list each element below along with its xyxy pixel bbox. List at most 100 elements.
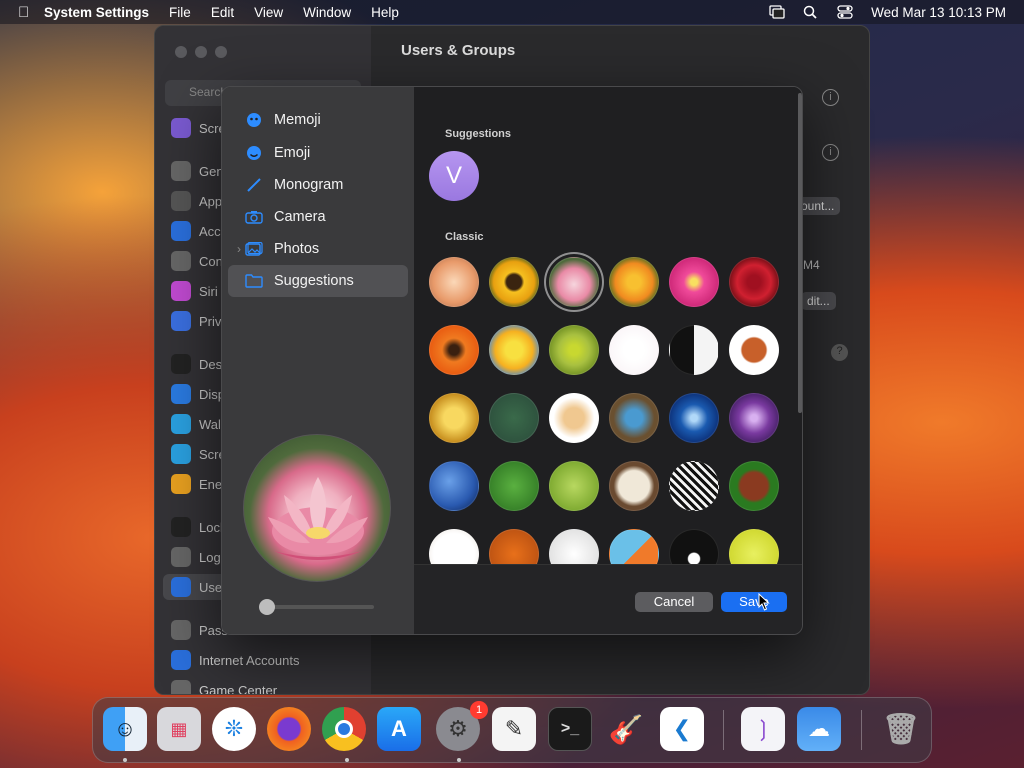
classic-image-lips[interactable] <box>609 325 659 375</box>
classic-image-surfboard[interactable] <box>609 529 659 564</box>
sidebar-item[interactable]: App <box>171 191 222 211</box>
classic-image-chalkboard[interactable] <box>489 393 539 443</box>
classic-image-yellow-daisy[interactable] <box>489 325 539 375</box>
menu-view[interactable]: View <box>254 5 283 20</box>
save-button[interactable]: Save <box>721 592 787 612</box>
info-icon[interactable]: i <box>822 144 839 161</box>
source-memoji[interactable]: Memoji <box>228 104 408 136</box>
classic-image-snowflake[interactable] <box>669 393 719 443</box>
source-emoji[interactable]: Emoji <box>228 137 408 169</box>
classic-image-gingerbread[interactable] <box>729 325 779 375</box>
chevron-right-icon[interactable]: › <box>237 233 241 265</box>
classic-image-yin-yang[interactable] <box>669 325 719 375</box>
chrome-dock-icon[interactable] <box>322 707 366 751</box>
zoom-window-button[interactable] <box>215 46 227 58</box>
dock-separator <box>861 710 862 750</box>
classic-image-poppy[interactable] <box>609 257 659 307</box>
cancel-button[interactable]: Cancel <box>635 592 713 612</box>
sidebar-item[interactable]: Lock <box>171 517 226 537</box>
edit-button[interactable]: dit... <box>801 292 836 310</box>
sidebar-item-internet-accounts[interactable]: Internet Accounts <box>171 650 299 670</box>
classic-image-zebra[interactable] <box>669 461 719 511</box>
select-value[interactable]: M4 <box>803 258 820 272</box>
classic-image-lightning[interactable] <box>729 393 779 443</box>
safari-dock-icon[interactable]: ❊ <box>212 707 256 751</box>
menu-help[interactable]: Help <box>371 5 399 20</box>
folder-icon <box>244 272 264 290</box>
app-name-menu[interactable]: System Settings <box>44 5 149 20</box>
classic-image-eggs-nest[interactable] <box>609 393 659 443</box>
terminal-dock-icon[interactable]: >_ <box>548 707 592 751</box>
control-center-icon[interactable] <box>837 5 853 19</box>
sidebar-item[interactable]: Pass <box>171 620 228 640</box>
menu-window[interactable]: Window <box>303 5 351 20</box>
source-camera[interactable]: Camera <box>228 201 408 233</box>
source-suggestions[interactable]: Suggestions <box>228 265 408 297</box>
photos-icon <box>244 240 264 258</box>
zoom-slider-track[interactable] <box>260 605 374 609</box>
screen-mirroring-icon[interactable] <box>769 5 785 19</box>
classic-image-sand-dollar[interactable] <box>609 461 659 511</box>
spotlight-search-icon[interactable] <box>803 5 819 19</box>
classic-image-tennis-ball[interactable] <box>729 529 779 564</box>
sidebar-item-game-center[interactable]: Game Center <box>171 680 277 694</box>
app-store-dock-icon[interactable]: A <box>377 707 421 751</box>
running-indicator <box>345 758 349 762</box>
minimize-window-button[interactable] <box>195 46 207 58</box>
finder-dock-icon[interactable]: ☺ <box>103 707 147 751</box>
running-indicator <box>457 758 461 762</box>
sidebar-item[interactable]: Acce <box>171 221 228 241</box>
classic-image-orange-flower[interactable] <box>429 325 479 375</box>
classic-image-dandelion[interactable] <box>549 325 599 375</box>
sidebar-item[interactable]: Ener <box>171 474 226 494</box>
classic-image-rose-peach[interactable] <box>429 257 479 307</box>
classic-image-8-ball[interactable] <box>669 529 719 564</box>
sidebar-item[interactable]: Logi <box>171 547 224 567</box>
source-monogram[interactable]: Monogram <box>228 169 408 201</box>
running-indicator <box>123 758 127 762</box>
classic-image-red-rose[interactable] <box>729 257 779 307</box>
classic-image-lotus[interactable] <box>549 257 599 307</box>
weather-dock-icon[interactable]: ☁ <box>797 707 841 751</box>
classic-image-baseball[interactable] <box>429 529 479 564</box>
classic-image-leaves[interactable] <box>549 461 599 511</box>
monogram-suggestion[interactable]: V <box>429 151 479 201</box>
sidebar-item[interactable]: Con <box>171 251 223 271</box>
info-icon[interactable]: i <box>822 89 839 106</box>
sidebar-item[interactable]: Scre <box>171 118 226 138</box>
sidebar-item[interactable]: Siri <box>171 281 218 301</box>
sidebar-item[interactable]: Wall <box>171 414 224 434</box>
menu-edit[interactable]: Edit <box>211 5 234 20</box>
source-photos[interactable]: › Photos <box>228 233 408 265</box>
classic-image-gold-medal[interactable] <box>429 393 479 443</box>
sidebar-item[interactable]: Des <box>171 354 222 374</box>
visual-studio-dock-icon[interactable]: ❳ <box>741 707 785 751</box>
firefox-dock-icon[interactable] <box>267 707 311 751</box>
help-icon[interactable]: ? <box>831 344 848 361</box>
apple-menu-icon[interactable]:  <box>18 4 44 21</box>
sidebar-item[interactable]: Priv <box>171 311 221 331</box>
classic-image-green-leaf[interactable] <box>489 461 539 511</box>
classic-image-sunflower[interactable] <box>489 257 539 307</box>
launchpad-dock-icon[interactable]: ▦ <box>157 707 201 751</box>
textedit-dock-icon[interactable]: ✎ <box>492 707 536 751</box>
sidebar-item[interactable]: Gen <box>171 161 224 181</box>
vscode-dock-icon[interactable]: ❮ <box>660 707 704 751</box>
sidebar-item[interactable]: Disp <box>171 384 225 404</box>
gallery-scrollbar[interactable] <box>798 93 802 413</box>
sidebar-item[interactable]: Scre <box>171 444 226 464</box>
selected-picture-preview[interactable] <box>243 434 391 582</box>
classic-image-football[interactable] <box>729 461 779 511</box>
menubar-clock[interactable]: Wed Mar 13 10:13 PM <box>871 5 1006 20</box>
classic-image-fortune-cookie[interactable] <box>549 393 599 443</box>
page-title: Users & Groups <box>401 42 516 59</box>
classic-image-golf-ball[interactable] <box>549 529 599 564</box>
zoom-slider-knob[interactable] <box>259 599 275 615</box>
garageband-dock-icon[interactable]: 🎸 <box>604 707 648 751</box>
trash-dock-icon[interactable]: 🗑 <box>879 707 923 751</box>
menu-file[interactable]: File <box>169 5 191 20</box>
close-window-button[interactable] <box>175 46 187 58</box>
classic-image-dahlia-pink[interactable] <box>669 257 719 307</box>
classic-image-earth[interactable] <box>429 461 479 511</box>
classic-image-basketball[interactable] <box>489 529 539 564</box>
